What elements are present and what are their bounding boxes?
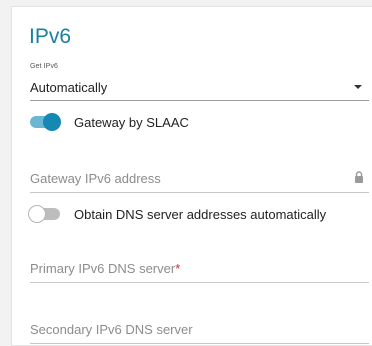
get-ipv6-value: Automatically [30,80,108,95]
get-ipv6-label: Get IPv6 [30,63,59,70]
toggle-knob [43,113,61,131]
section-title: IPv6 [29,25,72,48]
required-mark: * [175,261,181,276]
caret-down-icon [354,85,362,89]
obtain-dns-label: Obtain DNS server addresses automaticall… [74,207,327,222]
secondary-dns-field[interactable]: Secondary IPv6 DNS server [30,318,369,344]
get-ipv6-select[interactable]: Automatically [30,73,369,101]
primary-dns-placeholder-text: Primary IPv6 DNS server [30,261,176,276]
gateway-ipv6-address-placeholder: Gateway IPv6 address [30,171,161,186]
primary-dns-placeholder: Primary IPv6 DNS server* [30,261,180,276]
ipv6-settings-card: IPv6 Get IPv6 Automatically Gateway by S… [11,6,372,346]
toggle-knob [28,205,46,223]
obtain-dns-toggle[interactable] [28,205,60,223]
gateway-slaac-toggle[interactable] [30,113,61,131]
lock-icon [355,171,363,183]
secondary-dns-placeholder: Secondary IPv6 DNS server [30,322,193,337]
primary-dns-field[interactable]: Primary IPv6 DNS server* [30,257,369,283]
gateway-ipv6-address-field[interactable]: Gateway IPv6 address [30,167,369,193]
gateway-slaac-label: Gateway by SLAAC [74,115,189,130]
